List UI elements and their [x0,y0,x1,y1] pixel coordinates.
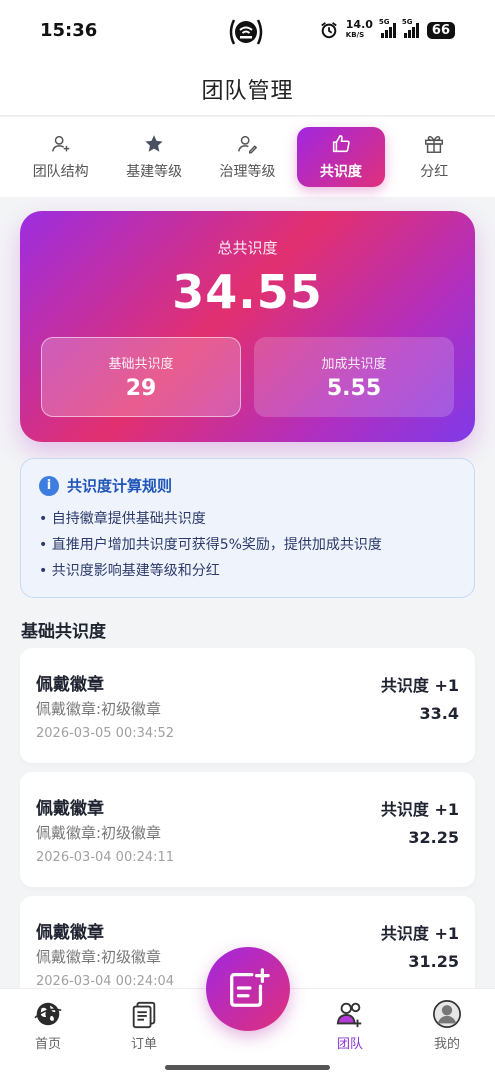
signal-icon: 5G [379,18,396,38]
nav-mine[interactable]: 我的 [417,999,477,1052]
base-consensus-label: 基础共识度 [108,357,174,372]
total-consensus-label: 总共识度 [217,239,278,257]
record-badge: 共识度 +1 [380,676,459,695]
record-desc: 佩戴徽章:初级徽章 [36,700,162,718]
tab-consensus[interactable]: 共识度 [296,127,385,187]
tab-infra-level[interactable]: 基建等级 [110,127,198,187]
tab-governance-level[interactable]: 治理等级 [203,127,291,187]
star-icon [145,135,163,152]
order-icon [132,1001,156,1029]
nav-home[interactable]: 首页 [18,999,78,1052]
record-value: 32.25 [408,828,459,847]
rule-item: • 直推用户增加共识度可获得5%奖励，提供加成共识度 [39,537,382,553]
person-edit-icon [238,135,258,154]
nav-header: 团队管理 [0,62,495,116]
record-badge: 共识度 +1 [380,924,459,943]
tab-team-structure[interactable]: 团队结构 [17,127,105,187]
team-icon [336,1002,362,1028]
battery-icon: 66 [426,21,455,39]
record-time: 2026-03-04 00:24:11 [36,850,175,865]
nav-team[interactable]: 团队 [320,999,380,1052]
tab-dividend[interactable]: 分红 [390,127,478,187]
person-add-icon [51,135,69,152]
list-item[interactable]: 佩戴徽章 佩戴徽章:初级徽章 2026-03-04 00:24:11 共识度 +… [20,772,475,887]
total-consensus-value: 34.55 [172,265,323,319]
globe-icon [34,1002,62,1026]
record-value: 33.4 [419,704,459,723]
status-indicators: 14.0 KB/S 5G 5G 66 [320,18,455,40]
signal-icon: 5G [402,18,419,38]
record-title: 佩戴徽章 [36,799,104,819]
note-add-icon [230,968,270,1007]
user-icon [433,1000,461,1028]
record-value: 31.25 [408,952,459,971]
record-time: 2026-03-04 00:24:04 [36,974,175,989]
base-consensus-value: 29 [125,376,157,401]
bonus-consensus-box[interactable]: 加成共识度 5.55 [254,337,454,417]
info-icon: i [39,475,59,496]
thumbs-up-icon [332,134,350,153]
nav-orders[interactable]: 订单 [114,999,174,1052]
rules-title: 共识度计算规则 [67,477,173,495]
rule-item: • 自持徽章提供基础共识度 [39,511,206,527]
consensus-summary-card: 总共识度 34.55 基础共识度 29 加成共识度 5.55 [20,211,475,442]
section-title: 基础共识度 [21,622,106,642]
alarm-icon [321,22,337,39]
hotspot-icon [226,17,266,47]
publish-fab-button[interactable] [206,947,290,1031]
bonus-consensus-label: 加成共识度 [321,357,387,372]
tab-bar: 团队结构 基建等级 治理等级 共识度 分红 [0,117,495,197]
record-desc: 佩戴徽章:初级徽章 [36,948,162,966]
record-time: 2026-03-05 00:34:52 [36,726,175,741]
record-badge: 共识度 +1 [380,800,459,819]
record-desc: 佩戴徽章:初级徽章 [36,824,162,842]
rule-item: • 共识度影响基建等级和分红 [39,563,220,579]
gift-icon [425,135,444,153]
rules-panel: i 共识度计算规则 • 自持徽章提供基础共识度 • 直推用户增加共识度可获得5%… [20,458,475,598]
base-consensus-box[interactable]: 基础共识度 29 [41,337,241,417]
record-title: 佩戴徽章 [36,675,104,695]
net-speed: 14.0 KB/S [345,18,373,39]
record-title: 佩戴徽章 [36,923,104,943]
status-time: 15:36 [40,20,98,41]
page-title: 团队管理 [201,78,294,104]
home-indicator [165,1065,330,1070]
status-bar: 15:36 14.0 KB/S 5G 5G 66 [0,0,495,62]
bonus-consensus-value: 5.55 [326,376,382,401]
list-item[interactable]: 佩戴徽章 佩戴徽章:初级徽章 2026-03-05 00:34:52 共识度 +… [20,648,475,763]
